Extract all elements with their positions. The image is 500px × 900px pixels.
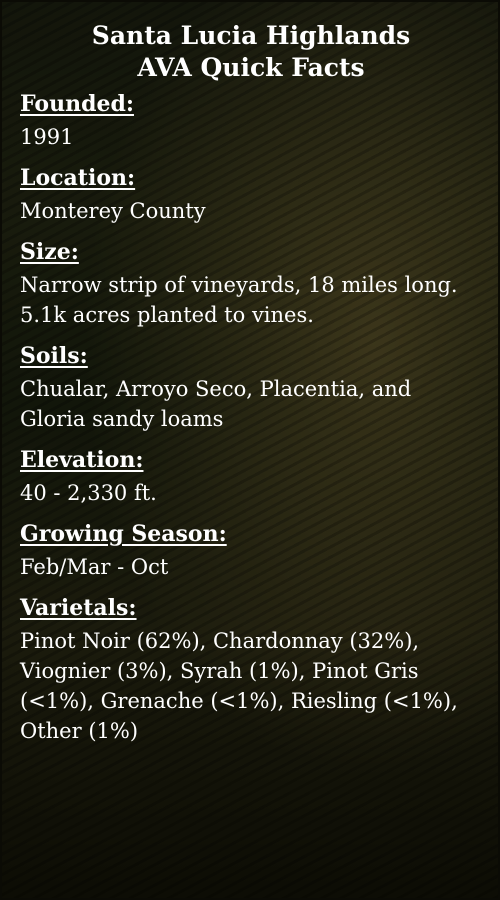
- fact-value: Monterey County: [20, 199, 206, 223]
- title-line-2: AVA Quick Facts: [137, 53, 365, 82]
- fact-value: 1991: [20, 125, 74, 149]
- fact-elevation: Elevation: 40 - 2,330 ft.: [20, 446, 482, 508]
- fact-varietals: Varietals: Pinot Noir (62%), Chardonnay …: [20, 594, 482, 746]
- fact-label: Elevation:: [20, 447, 144, 473]
- fact-label: Location:: [20, 165, 136, 191]
- fact-value: Narrow strip of vineyards, 18 miles long…: [20, 273, 458, 327]
- fact-location: Location: Monterey County: [20, 164, 482, 226]
- facts-card: Santa Lucia Highlands AVA Quick Facts Fo…: [0, 0, 500, 900]
- fact-label: Size:: [20, 239, 79, 265]
- fact-growing-season: Growing Season: Feb/Mar - Oct: [20, 520, 482, 582]
- fact-value: Chualar, Arroyo Seco, Placentia, and Glo…: [20, 377, 412, 431]
- fact-value: Pinot Noir (62%), Chardonnay (32%), Viog…: [20, 629, 458, 743]
- fact-label: Varietals:: [20, 595, 137, 621]
- fact-label: Growing Season:: [20, 521, 227, 547]
- fact-value: 40 - 2,330 ft.: [20, 481, 157, 505]
- fact-label: Founded:: [20, 91, 134, 117]
- fact-size: Size: Narrow strip of vineyards, 18 mile…: [20, 238, 482, 330]
- facts-content: Santa Lucia Highlands AVA Quick Facts Fo…: [2, 2, 498, 746]
- fact-label: Soils:: [20, 343, 88, 369]
- fact-soils: Soils: Chualar, Arroyo Seco, Placentia, …: [20, 342, 482, 434]
- fact-founded: Founded: 1991: [20, 90, 482, 152]
- title-line-1: Santa Lucia Highlands: [91, 21, 411, 50]
- card-title: Santa Lucia Highlands AVA Quick Facts: [20, 20, 482, 84]
- fact-value: Feb/Mar - Oct: [20, 555, 169, 579]
